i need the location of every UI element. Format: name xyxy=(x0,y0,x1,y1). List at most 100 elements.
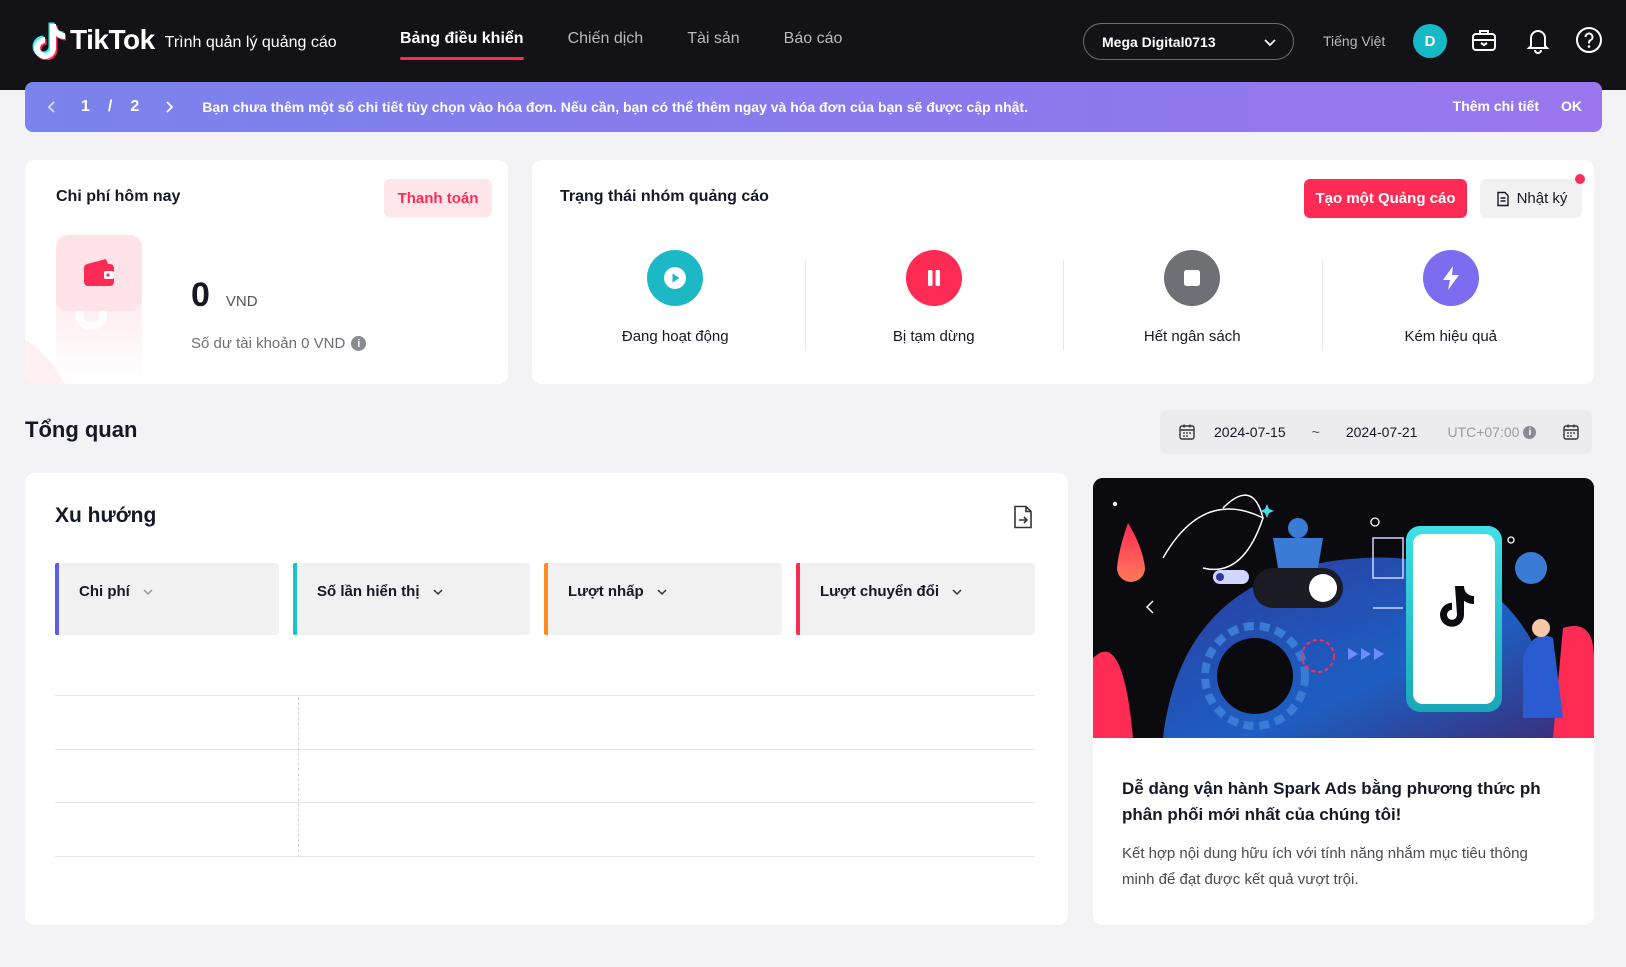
help-icon[interactable] xyxy=(1575,26,1603,54)
metric-conversions-label: Lượt chuyển đổi xyxy=(820,583,940,600)
wallet-icon xyxy=(84,259,114,286)
promo-illustration xyxy=(1093,478,1594,738)
account-selector[interactable]: Mega Digital0713 xyxy=(1083,23,1294,60)
notification-dot xyxy=(1575,174,1585,184)
create-ad-button[interactable]: Tạo một Quảng cáo xyxy=(1304,179,1467,218)
briefcase-icon[interactable] xyxy=(1470,26,1498,54)
bell-icon[interactable] xyxy=(1524,26,1552,54)
calendar-icon xyxy=(1179,424,1195,440)
status-budget-label: Hết ngân sách xyxy=(1143,328,1241,345)
chart-gridline xyxy=(55,802,1035,803)
stop-icon xyxy=(1184,270,1201,286)
status-active-label: Đang hoạt động xyxy=(621,328,729,345)
cost-currency: VND xyxy=(225,293,258,310)
wallet-tile xyxy=(56,235,142,311)
metric-cost[interactable]: Chi phí xyxy=(55,563,279,635)
pager-total: 2 xyxy=(130,98,140,115)
nav-assets[interactable]: Tài sản xyxy=(687,30,739,60)
language-switcher[interactable]: Tiếng Việt xyxy=(1323,33,1385,49)
chevron-down-icon xyxy=(432,589,443,596)
add-details-link[interactable]: Thêm chi tiết xyxy=(1453,98,1539,114)
start-date[interactable]: 2024-07-15 xyxy=(1214,424,1286,440)
metric-selector-list: Chi phí Số lần hiển thị Lượt nhấp Lượt c… xyxy=(55,563,1035,635)
main-nav: Bảng điều khiển Chiến dịch Tài sản Báo c… xyxy=(400,30,886,60)
chevron-left-icon[interactable] xyxy=(45,100,59,114)
metric-conversions-bar xyxy=(796,563,800,635)
metric-clicks-label: Lượt nhấp xyxy=(568,583,644,600)
account-balance: Số dư tài khoản 0 VND i xyxy=(191,335,367,352)
lightning-icon xyxy=(1442,266,1459,290)
metric-impressions-label: Số lần hiển thị xyxy=(317,583,420,600)
chart-gridline xyxy=(55,856,1035,857)
status-underperforming[interactable]: Kém hiệu quả xyxy=(1321,250,1581,350)
cost-amount: 0 xyxy=(191,276,210,314)
promo-description: Kết hợp nội dung hữu ích với tính năng n… xyxy=(1122,845,1528,888)
status-underperforming-label: Kém hiệu quả xyxy=(1404,328,1498,345)
metric-impressions[interactable]: Số lần hiển thị xyxy=(293,563,530,635)
status-active[interactable]: Đang hoạt động xyxy=(546,250,805,345)
pager-current: 1 xyxy=(81,98,90,115)
date-separator: ~ xyxy=(1311,424,1320,440)
status-out-of-budget[interactable]: Hết ngân sách xyxy=(1063,250,1322,350)
metric-impressions-bar xyxy=(293,563,297,635)
info-icon[interactable]: i xyxy=(351,336,367,351)
chart-gridline xyxy=(55,749,1035,750)
nav-dashboard[interactable]: Bảng điều khiển xyxy=(400,30,524,60)
chevron-down-icon xyxy=(952,589,962,596)
status-active-circle xyxy=(647,250,704,306)
timezone-label: UTC+07:00 xyxy=(1447,424,1520,440)
play-icon xyxy=(664,267,687,289)
user-avatar[interactable]: D xyxy=(1413,24,1447,58)
status-budget-circle xyxy=(1164,250,1221,306)
nav-campaigns[interactable]: Chiến dịch xyxy=(568,30,644,60)
today-cost-card: Chi phí hôm nay Thanh toán 0 VND Số dư t… xyxy=(25,160,508,384)
status-paused-label: Bị tạm dừng xyxy=(892,328,975,345)
date-range-picker[interactable]: 2024-07-15 ~ 2024-07-21 UTC+07:00 i xyxy=(1160,410,1592,454)
brand-name: TikTok xyxy=(70,24,155,55)
overview-title: Tổng quan xyxy=(25,417,138,442)
end-date[interactable]: 2024-07-21 xyxy=(1346,424,1418,440)
today-cost-value: 0 VND xyxy=(191,276,258,315)
trend-title: Xu hướng xyxy=(55,504,157,527)
chevron-down-icon xyxy=(657,589,667,596)
nav-reports[interactable]: Báo cáo xyxy=(784,30,843,60)
status-card-title: Trạng thái nhóm quảng cáo xyxy=(560,188,769,205)
banner-ok-button[interactable]: OK xyxy=(1561,98,1582,114)
chevron-down-icon xyxy=(1264,38,1276,46)
calendar-picker-icon[interactable] xyxy=(1562,423,1580,441)
chart-cursor-line xyxy=(298,697,299,857)
chevron-down-icon xyxy=(143,589,153,596)
metric-cost-bar xyxy=(55,563,59,635)
pause-icon xyxy=(927,270,940,286)
chart-gridline xyxy=(55,695,1035,696)
metric-conversions[interactable]: Lượt chuyển đổi xyxy=(796,563,1035,635)
document-icon xyxy=(1496,191,1509,206)
metric-clicks[interactable]: Lượt nhấp xyxy=(544,563,782,635)
spark-ads-promo-card[interactable]: Dễ dàng vận hành Spark Ads bằng phương t… xyxy=(1093,478,1594,925)
status-underperforming-circle xyxy=(1422,250,1479,306)
status-list: Đang hoạt động Bị tạm dừng Hết ngân sách xyxy=(546,250,1581,350)
trend-card: Xu hướng Chi phí Số lần hiển thị Lượt nh… xyxy=(25,473,1068,925)
cost-card-title: Chi phí hôm nay xyxy=(56,188,181,205)
promo-heading: Dễ dàng vận hành Spark Ads bằng phương t… xyxy=(1122,779,1541,824)
status-paused-circle xyxy=(905,250,962,306)
metric-clicks-bar xyxy=(544,563,548,635)
activity-log-label: Nhật ký xyxy=(1516,190,1568,207)
banner-actions: Thêm chi tiết OK xyxy=(1431,98,1582,114)
chevron-right-icon[interactable] xyxy=(162,100,176,114)
banner-pager: 1 / 2 xyxy=(45,98,176,116)
top-navigation-bar: TikTok Trình quản lý quảng cáo Bảng điều… xyxy=(0,0,1626,90)
status-paused[interactable]: Bị tạm dừng xyxy=(804,250,1064,350)
metric-cost-label: Chi phí xyxy=(79,583,130,600)
timezone: UTC+07:00 i xyxy=(1447,424,1537,440)
activity-log-button[interactable]: Nhật ký xyxy=(1480,179,1582,218)
timezone-info-icon[interactable]: i xyxy=(1523,425,1537,439)
product-subtitle: Trình quản lý quảng cáo xyxy=(164,34,337,51)
tiktok-logo[interactable]: TikTok Trình quản lý quảng cáo xyxy=(30,20,337,60)
invoice-notice-banner: 1 / 2 Bạn chưa thêm một số chi tiết tùy … xyxy=(25,82,1602,132)
tiktok-note-icon xyxy=(32,22,66,60)
pay-button[interactable]: Thanh toán xyxy=(384,179,492,217)
export-file-icon[interactable] xyxy=(1012,505,1034,529)
account-balance-text: Số dư tài khoản 0 VND xyxy=(191,335,346,352)
ad-group-status-card: Trạng thái nhóm quảng cáo Tạo một Quảng … xyxy=(532,160,1594,384)
